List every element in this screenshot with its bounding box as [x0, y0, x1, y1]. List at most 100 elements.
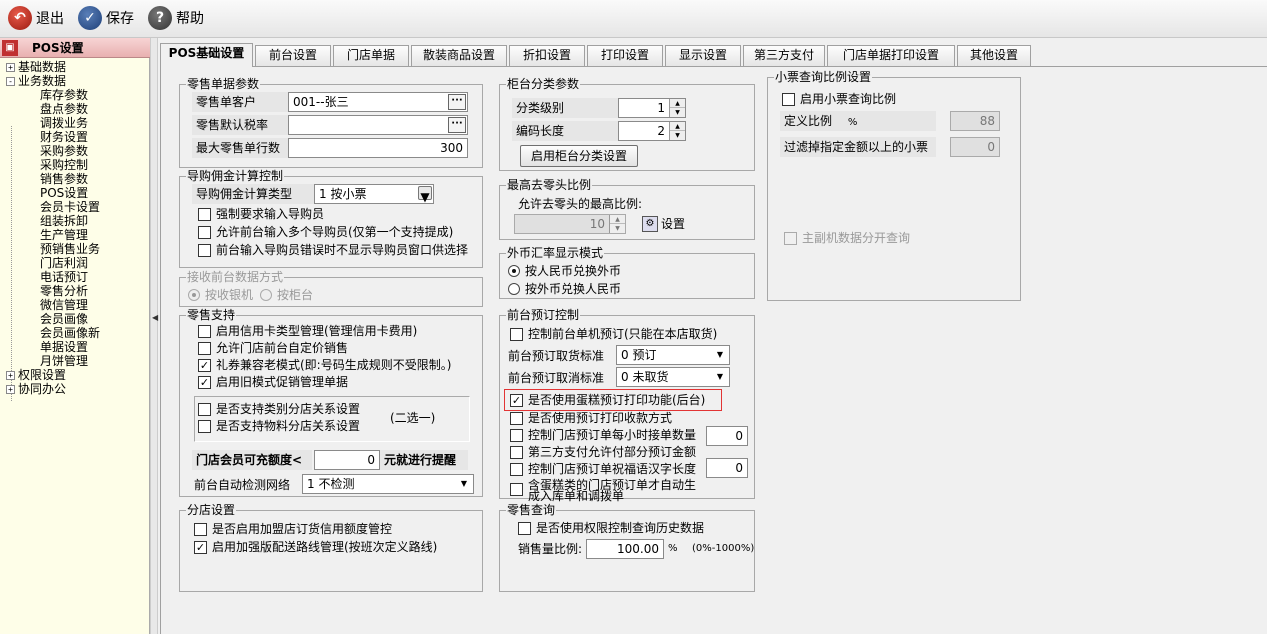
save-button[interactable]: ✓ 保存 — [78, 5, 134, 31]
tree-item[interactable]: 月饼管理 — [40, 354, 88, 368]
code-length-label: 编码长度 — [512, 121, 618, 141]
hourly-order-limit-field[interactable]: 0 — [706, 426, 748, 446]
guide-error-window-checkbox[interactable]: 前台输入导购员错误时不显示导购员窗口供选择 — [198, 243, 468, 257]
define-ratio-label: 定义比例 % — [780, 111, 936, 131]
tree-item[interactable]: 会员画像新 — [40, 326, 100, 340]
enable-counter-category-button[interactable]: 启用柜台分类设置 — [520, 145, 638, 167]
cake-auto-doc-checkbox[interactable]: 含蛋糕类的门店预订单才自动生 成入库单和调拨单 — [510, 479, 696, 502]
tree-item[interactable]: 会员画像 — [40, 312, 88, 326]
tree-item-label: 组装拆卸 — [40, 214, 89, 228]
category-branch-checkbox[interactable]: 是否支持类别分店关系设置 — [198, 402, 360, 416]
pickup-standard-select[interactable]: 0 预订 ▼ — [616, 345, 730, 365]
cake-print-checkbox[interactable]: ✓ 是否使用蛋糕预订打印功能(后台) — [510, 393, 705, 407]
hourly-order-limit-checkbox[interactable]: 控制门店预订单每小时接单数量 — [510, 428, 696, 442]
tax-browse-button[interactable]: ··· — [448, 117, 466, 133]
expand-icon[interactable]: + — [6, 371, 15, 380]
category-level-field[interactable]: 1 ▲ ▼ — [618, 98, 686, 118]
credit-card-type-checkbox[interactable]: 启用信用卡类型管理(管理信用卡费用) — [198, 324, 417, 338]
filter-amount-field[interactable]: 0 — [950, 137, 1000, 157]
tree-item[interactable]: 调拨业务 — [40, 116, 88, 130]
tree-item-label: 微信管理 — [40, 298, 89, 312]
code-length-spinner[interactable]: ▲ ▼ — [669, 122, 685, 140]
branch-settings-group: 分店设置 是否启用加盟店订货信用额度管控 ✓ 启用加强版配送路线管理(按班次定义路… — [179, 503, 483, 592]
tab-third-party-pay[interactable]: 第三方支付 — [743, 45, 825, 66]
tree-item[interactable]: + 协同办公 — [6, 382, 66, 396]
tab-bulk-goods[interactable]: 散装商品设置 — [411, 45, 507, 66]
tree-item[interactable]: POS设置 — [40, 186, 88, 200]
chevron-down-icon[interactable]: ▼ — [713, 370, 727, 384]
tree-item[interactable]: - 业务数据 — [6, 74, 66, 88]
tree-item[interactable]: + 权限设置 — [6, 368, 66, 382]
tree-item[interactable]: 电话预订 — [40, 270, 88, 284]
cancel-standard-select[interactable]: 0 未取货 ▼ — [616, 367, 730, 387]
tab-frontend[interactable]: 前台设置 — [255, 45, 331, 66]
franchise-credit-checkbox[interactable]: 是否启用加盟店订货信用额度管控 — [194, 522, 392, 536]
history-permission-checkbox[interactable]: 是否使用权限控制查询历史数据 — [518, 521, 704, 535]
sales-ratio-field[interactable]: 100.00 — [586, 539, 664, 559]
collapse-left-icon[interactable]: ◀ — [152, 313, 158, 322]
tree-item[interactable]: 库存参数 — [40, 88, 88, 102]
collapse-icon[interactable]: - — [6, 77, 15, 86]
tree-item[interactable]: 盘点参数 — [40, 102, 88, 116]
guide-type-select[interactable]: 1 按小票 ▼ — [314, 184, 434, 204]
help-button[interactable]: ? 帮助 — [148, 5, 204, 31]
custom-price-checkbox[interactable]: 允许门店前台自定价销售 — [198, 341, 348, 355]
member-recharge-field[interactable]: 0 — [314, 450, 380, 470]
preorder-payment-print-checkbox[interactable]: 是否使用预订打印收款方式 — [510, 411, 672, 425]
chevron-down-icon[interactable]: ▼ — [418, 186, 432, 203]
tree-item[interactable]: 采购控制 — [40, 158, 88, 172]
customer-field[interactable]: 001--张三 — [288, 92, 468, 112]
customer-browse-button[interactable]: ··· — [448, 94, 466, 110]
panel-splitter[interactable]: ◀ — [150, 38, 158, 634]
tab-display[interactable]: 显示设置 — [665, 45, 741, 66]
tab-other[interactable]: 其他设置 — [957, 45, 1031, 66]
tab-store-docs[interactable]: 门店单据 — [333, 45, 409, 66]
fx-to-cny-radio[interactable]: 按外币兑换人民币 — [508, 282, 621, 296]
force-guide-checkbox[interactable]: 强制要求输入导购员 — [198, 207, 324, 221]
tab-store-doc-print[interactable]: 门店单据打印设置 — [827, 45, 955, 66]
tree-item[interactable]: 采购参数 — [40, 144, 88, 158]
tree-item[interactable]: 组装拆卸 — [40, 214, 88, 228]
material-branch-checkbox[interactable]: 是否支持物料分店关系设置 — [198, 419, 360, 433]
separate-query-checkbox[interactable]: 主副机数据分开查询 — [784, 231, 910, 245]
partial-third-party-checkbox[interactable]: 第三方支付允许付部分预订金额 — [510, 445, 696, 459]
tree-item[interactable]: 门店利润 — [40, 256, 88, 270]
multi-guide-checkbox[interactable]: 允许前台输入多个导购员(仅第一个支持提成) — [198, 225, 453, 239]
tab-discount[interactable]: 折扣设置 — [509, 45, 585, 66]
coupon-compat-checkbox[interactable]: ✓ 礼券兼容老模式(即:号码生成规则不受限制。) — [198, 358, 451, 372]
receive-by-register-radio[interactable]: 按收银机 — [188, 288, 253, 302]
tree-item[interactable]: 销售参数 — [40, 172, 88, 186]
tree-item[interactable]: 生产管理 — [40, 228, 88, 242]
tree-item[interactable]: + 基础数据 — [6, 60, 66, 74]
tab-print[interactable]: 打印设置 — [587, 45, 663, 66]
chevron-down-icon[interactable]: ▼ — [713, 348, 727, 362]
receive-by-counter-radio[interactable]: 按柜台 — [260, 288, 313, 302]
standalone-preorder-checkbox[interactable]: 控制前台单机预订(只能在本店取货) — [510, 327, 717, 341]
category-level-spinner[interactable]: ▲ ▼ — [669, 99, 685, 117]
rounding-field[interactable]: 10 ▲ ▼ — [514, 214, 626, 234]
exit-button[interactable]: ↶ 退出 — [8, 5, 64, 31]
tree-item[interactable]: 单据设置 — [40, 340, 88, 354]
cny-to-fx-radio[interactable]: 按人民币兑换外币 — [508, 264, 621, 278]
enable-receipt-ratio-checkbox[interactable]: 启用小票查询比例 — [782, 92, 896, 106]
old-promo-checkbox[interactable]: ✓ 启用旧模式促销管理单据 — [198, 375, 348, 389]
tree-item[interactable]: 预销售业务 — [40, 242, 100, 256]
greeting-length-checkbox[interactable]: 控制门店预订单祝福语汉字长度 — [510, 462, 696, 476]
tree-item[interactable]: 会员卡设置 — [40, 200, 100, 214]
code-length-field[interactable]: 2 ▲ ▼ — [618, 121, 686, 141]
max-rows-field[interactable]: 300 — [288, 138, 468, 158]
tree-item[interactable]: 微信管理 — [40, 298, 88, 312]
rounding-set-button[interactable]: ⚙ 设置 — [642, 216, 685, 232]
expand-icon[interactable]: + — [6, 63, 15, 72]
tree-item[interactable]: 零售分析 — [40, 284, 88, 298]
tree-item[interactable]: 财务设置 — [40, 130, 88, 144]
tax-field[interactable] — [288, 115, 468, 135]
tab-pos-basic[interactable]: POS基础设置 — [160, 43, 253, 67]
network-check-select[interactable]: 1 不检测 ▼ — [302, 474, 474, 494]
rounding-spinner[interactable]: ▲ ▼ — [609, 215, 625, 233]
expand-icon[interactable]: + — [6, 385, 15, 394]
define-ratio-field[interactable]: 88 — [950, 111, 1000, 131]
chevron-down-icon[interactable]: ▼ — [457, 477, 471, 491]
delivery-route-checkbox[interactable]: ✓ 启用加强版配送路线管理(按班次定义路线) — [194, 540, 437, 554]
greeting-length-field[interactable]: 0 — [706, 458, 748, 478]
